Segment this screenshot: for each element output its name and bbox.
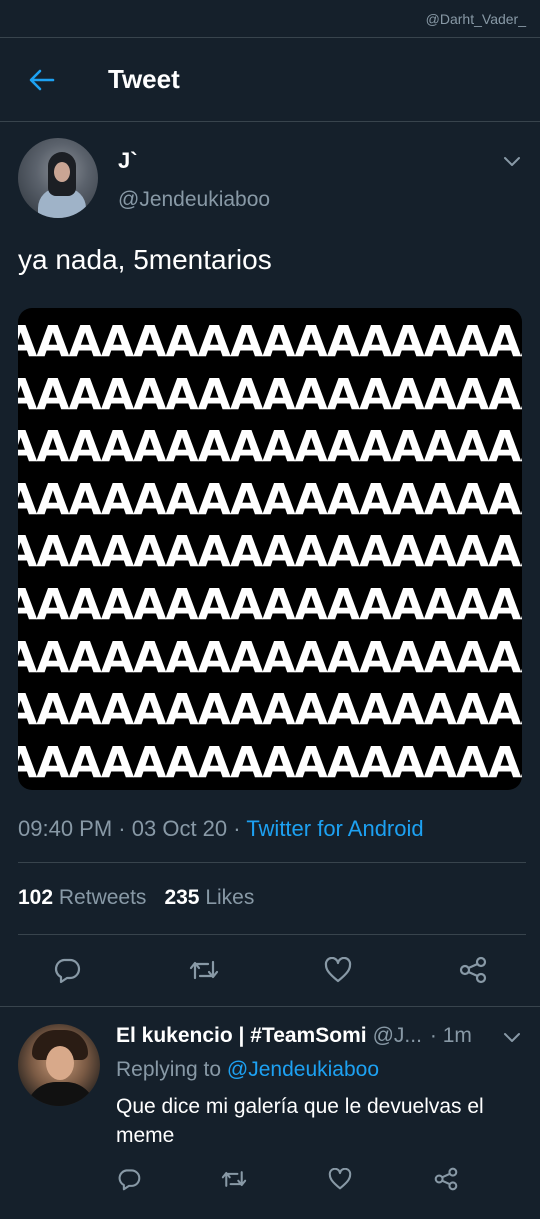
retweet-button[interactable] [186,952,222,988]
tweet-time: 09:40 PM [18,816,113,841]
author-name[interactable]: J` [118,148,138,174]
reply-button[interactable] [49,952,85,988]
status-bar: @Darht_Vader_ [0,0,540,38]
reply-actions [0,1160,540,1200]
tweet-more-button[interactable] [500,150,524,174]
reply-icon [118,1169,141,1191]
share-icon [434,1167,458,1191]
chevron-down-icon [504,1033,520,1042]
tweet-media-image[interactable]: AAAAAAAAAAAAAAAA AAAAA AAAAAAAAAAA AAAAAAA… [18,308,522,790]
likes-stat[interactable]: 235 Likes [164,886,254,910]
retweet-icon [189,960,219,980]
retweets-label: Retweets [58,886,147,909]
media-text-row: AAAAAAAAAAAAAAAAAAAAA [18,632,522,683]
tweet-text: ya nada, 5mentarios [18,244,272,275]
replying-mention-link[interactable]: @Jendeukiaboo [227,1058,379,1081]
reply-time: · 1m [429,1024,472,1047]
reply-tweet[interactable]: El kukencio | #TeamSomi @J... · 1m Reply… [0,1008,540,1219]
heart-icon [324,957,352,983]
tweet-date: 03 Oct 20 [131,816,228,841]
like-button[interactable] [320,952,356,988]
likes-count: 235 [164,886,200,909]
reply-avatar[interactable] [18,1024,100,1106]
media-text-row: AAAAAAAAAAAAAAAAAAAAA [18,527,522,578]
tweet-author: J` @Jendeukiaboo [18,138,524,222]
retweets-stat[interactable]: 102 Retweets [18,886,146,910]
meta-separator: · [118,816,126,841]
page-title: Tweet [108,64,180,94]
reply-text: Que dice mi galería que le devuelvas el … [116,1095,484,1147]
media-text-row: AAAAAAAAAAAAAAAAAAAAA [18,579,522,630]
back-button[interactable] [0,38,84,122]
replying-label: Replying to [116,1058,222,1081]
meta-separator: · [233,816,241,841]
media-text-row: AAAAAAAAAAAAAAAAAAAAA [18,369,522,420]
header-bar: Tweet [0,38,540,122]
divider [18,862,526,863]
media-text-row: AAAAAAAAAAAAAAAAAAAAA [18,474,522,525]
tweet-stats: 102 Retweets 235 Likes [18,886,254,910]
author-avatar[interactable] [18,138,98,218]
media-text-row: AAAAAAAAAAAAAAAAAAAAA [18,685,522,736]
reply-header: El kukencio | #TeamSomi @J... · 1m [116,1024,494,1048]
media-text-row: AAAAAAAAAAAAAAAAAAAAA [18,422,522,473]
reply-reply-button[interactable] [114,1164,144,1194]
heart-icon [328,1168,352,1190]
media-text-row: AAAAAAAAAAAAAAAAAAAAA [18,737,522,788]
replying-to: Replying to @Jendeukiaboo [116,1058,379,1082]
retweets-count: 102 [18,886,54,909]
tweet-source-link[interactable]: Twitter for Android [246,816,423,841]
arrow-left-icon [29,69,55,90]
divider [0,1006,540,1007]
share-icon [459,956,487,984]
divider [18,934,526,935]
reply-author-name[interactable]: El kukencio | #TeamSomi [116,1024,367,1048]
media-text-row: AAAAAAAAAAAAAAAAAAAAA [18,317,522,367]
watermark-text: @Darht_Vader_ [425,10,526,27]
reply-icon [54,958,81,984]
tweet-meta: 09:40 PM · 03 Oct 20 · Twitter for Andro… [18,816,424,842]
retweet-icon [221,1171,247,1187]
likes-label: Likes [205,886,255,909]
author-handle[interactable]: @Jendeukiaboo [118,188,270,212]
tweet-actions [0,948,540,992]
reply-share-button[interactable] [431,1164,461,1194]
share-button[interactable] [455,952,491,988]
reply-author-handle[interactable]: @J... [373,1024,422,1048]
reply-more-button[interactable] [500,1026,524,1050]
reply-like-button[interactable] [325,1164,355,1194]
chevron-down-icon [504,157,520,166]
reply-retweet-button[interactable] [219,1164,249,1194]
